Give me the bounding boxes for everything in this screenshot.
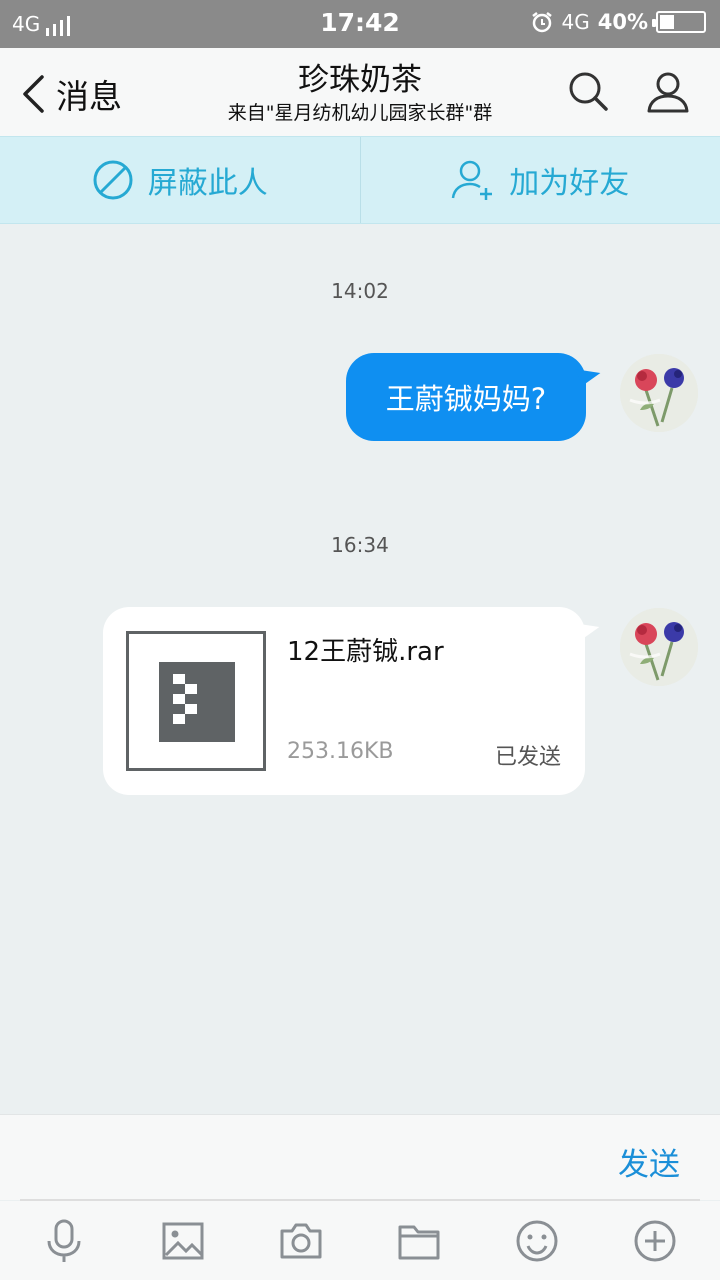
rose-avatar-icon [620, 608, 698, 686]
file-button[interactable] [397, 1219, 441, 1263]
file-name: 12王蔚铖.rar [287, 637, 444, 667]
image-icon [162, 1222, 204, 1260]
plus-icon [634, 1220, 676, 1262]
message-bubble[interactable]: 王蔚铖妈妈? [346, 353, 586, 441]
block-icon [93, 160, 133, 200]
file-message-card[interactable]: 12王蔚铖.rar 253.16KB 已发送 [103, 607, 585, 795]
search-button[interactable] [567, 70, 609, 116]
rose-avatar-icon [620, 354, 698, 432]
add-friend-button[interactable]: 加为好友 [359, 137, 720, 223]
chat-header: 消息 珍珠奶茶 来自"星月纺机幼儿园家长群"群 [0, 48, 720, 136]
action-bar: 屏蔽此人 加为好友 [0, 136, 720, 224]
network-type-2: 4G [561, 10, 590, 34]
message-input-bar[interactable]: 发送 [0, 1114, 720, 1200]
photo-button[interactable] [161, 1219, 205, 1263]
search-icon [569, 72, 608, 111]
avatar[interactable] [620, 608, 698, 686]
message-timestamp: 14:02 [331, 279, 389, 303]
emoji-button[interactable] [515, 1219, 559, 1263]
add-person-icon [452, 160, 493, 200]
folder-icon [398, 1225, 440, 1260]
profile-button[interactable] [646, 70, 690, 118]
file-status: 已发送 [494, 745, 561, 770]
status-right: 4G 40% [530, 10, 706, 34]
status-bar: 4G 17:42 4G 40% [0, 0, 720, 48]
voice-button[interactable] [42, 1219, 86, 1263]
add-friend-label: 加为好友 [509, 166, 630, 201]
message-timestamp: 16:34 [331, 533, 389, 557]
emoji-icon [516, 1220, 558, 1262]
input-toolbar [0, 1201, 720, 1280]
person-icon [647, 72, 689, 113]
archive-icon [159, 662, 235, 742]
avatar[interactable] [620, 354, 698, 432]
camera-icon [280, 1223, 322, 1259]
block-user-label: 屏蔽此人 [147, 166, 268, 201]
more-button[interactable] [633, 1219, 677, 1263]
page-subtitle: 来自"星月纺机幼儿园家长群"群 [227, 102, 493, 124]
file-size: 253.16KB [287, 739, 394, 764]
battery-percent: 40% [597, 10, 648, 34]
microphone-icon [47, 1219, 81, 1262]
block-user-button[interactable]: 屏蔽此人 [0, 137, 360, 223]
send-button[interactable]: 发送 [618, 1139, 680, 1184]
battery-icon [652, 11, 706, 33]
page-title: 珍珠奶茶 [298, 62, 422, 98]
camera-button[interactable] [279, 1219, 323, 1263]
title-block: 珍珠奶茶 来自"星月纺机幼儿园家长群"群 [0, 60, 720, 126]
alarm-icon [530, 10, 554, 34]
file-thumbnail [126, 631, 266, 771]
message-text: 王蔚铖妈妈? [385, 382, 547, 416]
